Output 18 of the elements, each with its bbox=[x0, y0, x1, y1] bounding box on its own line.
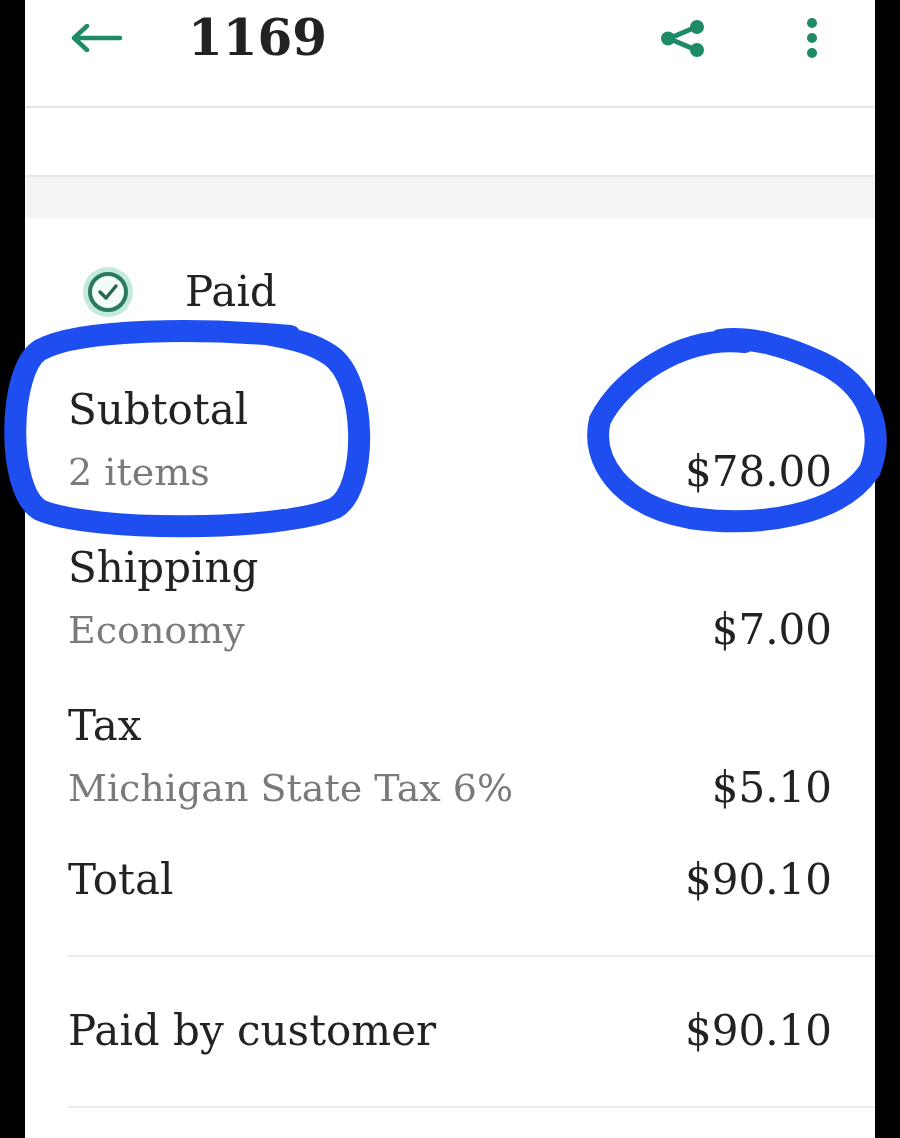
paid-by-customer-label: Paid by customer bbox=[68, 1005, 437, 1057]
summary-amount: $78.00 bbox=[685, 446, 832, 498]
order-title: 1169 bbox=[188, 8, 328, 68]
summary-detail: Economy bbox=[68, 607, 245, 654]
summary-detail: 2 items bbox=[68, 449, 210, 496]
summary-amount: $7.00 bbox=[711, 604, 832, 656]
summary-label: Subtotal bbox=[68, 384, 249, 436]
back-arrow-icon[interactable] bbox=[70, 24, 122, 52]
summary-label: Shipping bbox=[68, 542, 259, 594]
summary-amount: $90.10 bbox=[685, 854, 832, 906]
summary-label: Total bbox=[68, 854, 174, 906]
share-icon[interactable] bbox=[660, 19, 705, 57]
paid-by-customer-amount: $90.10 bbox=[685, 1005, 832, 1057]
summary-detail: Michigan State Tax 6% bbox=[68, 765, 514, 812]
more-options-icon[interactable] bbox=[806, 18, 818, 58]
payment-status-label: Paid bbox=[185, 266, 277, 318]
summary-amount: $5.10 bbox=[711, 762, 832, 814]
summary-label: Tax bbox=[68, 700, 142, 752]
